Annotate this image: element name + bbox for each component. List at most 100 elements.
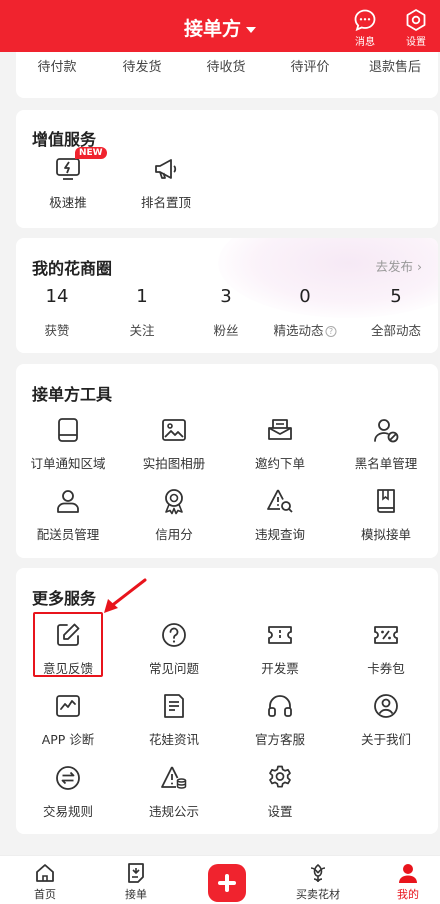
settings-label: 设置 bbox=[406, 37, 426, 48]
stat-fans-label: 粉丝 bbox=[213, 323, 239, 338]
service-customer-support[interactable]: 官方客服 bbox=[235, 692, 325, 748]
user-filled-icon bbox=[399, 864, 417, 883]
warning-list-icon bbox=[161, 766, 187, 789]
feedback-highlight-box bbox=[33, 612, 103, 677]
stat-all-posts-value: 5 bbox=[390, 286, 402, 307]
order-refund[interactable]: 退款售后 bbox=[369, 56, 421, 75]
service-about-us-label: 关于我们 bbox=[360, 732, 411, 747]
chart-line-icon bbox=[56, 695, 80, 717]
settings-gear-icon bbox=[269, 765, 291, 788]
stat-all-posts-label: 全部动态 bbox=[370, 323, 422, 338]
service-violation-notice[interactable]: 违规公示 bbox=[129, 764, 219, 820]
order-pending-shipment[interactable]: 待发货 bbox=[122, 56, 161, 75]
message-icon bbox=[354, 9, 376, 32]
tool-credit-score-label: 信用分 bbox=[155, 527, 193, 542]
exchange-icon bbox=[56, 766, 80, 790]
order-pending-payment[interactable]: 待付款 bbox=[37, 56, 76, 75]
go-publish-link[interactable]: 去发布 › bbox=[376, 256, 422, 275]
tool-order-notify[interactable]: 订单通知区域 bbox=[23, 416, 113, 472]
service-settings[interactable]: 设置 bbox=[235, 764, 325, 820]
stat-fans-value: 3 bbox=[220, 286, 232, 307]
stat-following[interactable]: 1 关注 bbox=[129, 286, 154, 339]
headset-icon bbox=[268, 695, 292, 717]
caret-down-icon bbox=[246, 26, 256, 33]
tool-violation-query[interactable]: 违规查询 bbox=[235, 487, 325, 543]
tool-credit-score[interactable]: 信用分 bbox=[129, 487, 219, 543]
stat-following-label: 关注 bbox=[129, 323, 155, 338]
home-icon bbox=[36, 864, 54, 882]
tab-flower-market[interactable]: 买卖花材 bbox=[283, 862, 353, 902]
service-news[interactable]: 花娃资讯 bbox=[129, 692, 219, 748]
messages-button[interactable]: 消息 bbox=[343, 8, 387, 48]
warning-search-icon bbox=[267, 489, 293, 513]
speed-push-label: 极速推 bbox=[49, 195, 87, 210]
stat-likes-value: 14 bbox=[45, 286, 69, 307]
service-invoice[interactable]: 开发票 bbox=[235, 621, 325, 677]
order-status-card: 待付款 待发货 待收货 待评价 退款售后 bbox=[16, 52, 438, 98]
stat-featured[interactable]: 0 精选动态? bbox=[273, 286, 337, 339]
speed-push-item[interactable]: 极速推 bbox=[23, 155, 113, 211]
messages-label: 消息 bbox=[355, 37, 375, 48]
service-app-diagnose-label: APP 诊断 bbox=[41, 732, 95, 747]
order-pending-receipt[interactable]: 待收货 bbox=[206, 56, 245, 75]
image-icon bbox=[162, 419, 186, 441]
tool-invite-order[interactable]: 邀约下单 bbox=[235, 416, 325, 472]
service-news-label: 花娃资讯 bbox=[148, 732, 199, 747]
question-icon bbox=[162, 623, 186, 647]
user-block-icon bbox=[374, 419, 399, 443]
award-icon bbox=[165, 489, 183, 515]
service-coupons-label: 卡券包 bbox=[367, 661, 405, 676]
tab-home[interactable]: 首页 bbox=[10, 862, 80, 902]
service-trade-rules[interactable]: 交易规则 bbox=[23, 764, 113, 820]
megaphone-icon bbox=[155, 159, 177, 179]
book-icon bbox=[377, 489, 395, 513]
invite-envelope-icon bbox=[268, 419, 292, 440]
user-circle-icon bbox=[374, 694, 398, 718]
order-list-icon bbox=[128, 863, 144, 883]
service-about-us[interactable]: 关于我们 bbox=[341, 692, 431, 748]
top-ranking-label: 排名置顶 bbox=[140, 195, 191, 210]
service-coupons[interactable]: 卡券包 bbox=[341, 621, 431, 677]
tool-blacklist[interactable]: 黑名单管理 bbox=[341, 416, 431, 472]
settings-button[interactable]: 设置 bbox=[394, 8, 438, 48]
service-app-diagnose[interactable]: APP 诊断 bbox=[23, 692, 113, 748]
service-faq[interactable]: 常见问题 bbox=[129, 621, 219, 677]
tool-photo-album[interactable]: 实拍图相册 bbox=[129, 416, 219, 472]
tab-mine[interactable]: 我的 bbox=[373, 862, 440, 902]
stat-all-posts[interactable]: 5 全部动态 bbox=[371, 286, 421, 339]
stat-likes-label: 获赞 bbox=[44, 323, 70, 338]
tool-violation-query-label: 违规查询 bbox=[254, 527, 305, 542]
tab-home-label: 首页 bbox=[34, 888, 56, 901]
new-badge: NEW bbox=[75, 147, 107, 159]
ticket-icon bbox=[268, 626, 292, 644]
gear-icon bbox=[406, 9, 426, 31]
stat-fans[interactable]: 3 粉丝 bbox=[213, 286, 238, 339]
stat-likes[interactable]: 14 获赞 bbox=[44, 286, 69, 339]
value-added-card: 增值服务 极速推 NEW 排名置顶 bbox=[16, 110, 438, 228]
top-ranking-item[interactable]: 排名置顶 bbox=[121, 155, 211, 211]
flower-circle-card: 我的花商圈 去发布 › 14 获赞 1 关注 3 粉丝 0 精选动态? 5 全部… bbox=[16, 238, 438, 353]
tool-blacklist-label: 黑名单管理 bbox=[354, 456, 418, 471]
annotation-arrow-icon bbox=[104, 578, 147, 613]
order-pending-review[interactable]: 待评价 bbox=[290, 56, 329, 75]
coupon-icon bbox=[374, 626, 398, 644]
flower-icon bbox=[310, 863, 326, 882]
tool-order-notify-label: 订单通知区域 bbox=[30, 456, 106, 471]
tools-card: 接单方工具 订单通知区域 实拍图相册 邀约下单 黑名单管理 配送员管理 信用分 … bbox=[16, 364, 438, 558]
news-icon bbox=[164, 694, 184, 718]
stat-featured-label-wrap: 精选动态? bbox=[273, 320, 337, 339]
stat-featured-label: 精选动态 bbox=[273, 323, 324, 338]
role-title: 接单方 bbox=[183, 18, 241, 40]
more-services-title: 更多服务 bbox=[32, 589, 97, 608]
speed-push-icon bbox=[56, 158, 80, 180]
tab-orders[interactable]: 接单 bbox=[101, 862, 171, 902]
publish-plus-button[interactable] bbox=[208, 864, 246, 902]
tab-flower-market-label: 买卖花材 bbox=[296, 888, 340, 901]
tool-courier-manage[interactable]: 配送员管理 bbox=[23, 487, 113, 543]
tool-simulate-order[interactable]: 模拟接单 bbox=[341, 487, 431, 543]
tablet-icon bbox=[58, 418, 78, 442]
courier-icon bbox=[57, 490, 79, 513]
help-icon[interactable]: ? bbox=[325, 326, 337, 337]
tool-photo-album-label: 实拍图相册 bbox=[142, 456, 206, 471]
tab-mine-label: 我的 bbox=[397, 888, 419, 901]
